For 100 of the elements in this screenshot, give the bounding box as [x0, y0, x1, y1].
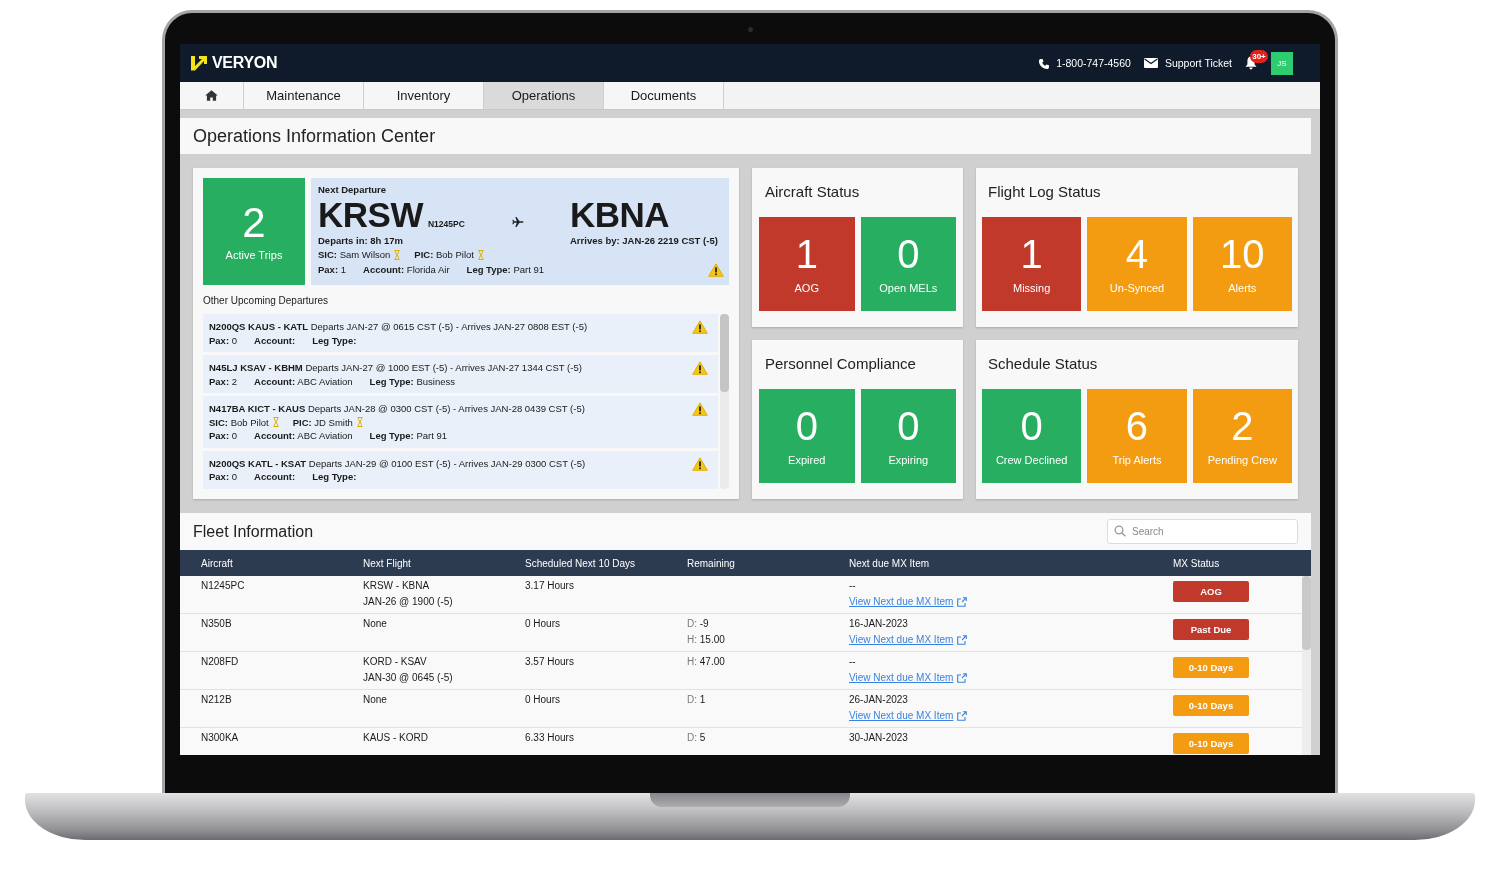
tile-count: 2	[1231, 405, 1254, 447]
section-label: Other Upcoming Departures	[203, 295, 330, 307]
mx-status-badge: 0-10 Days	[1173, 733, 1249, 754]
departure-card[interactable]: N417BA KICT - KAUS Departs JAN-28 @ 0300 CST (-5) - Arrives JAN-28 0439 CST (-5) SIC: Bob Pilot PIC: JD Smith Pax: 0 Account: ABC Aviation Leg Type: Part 91	[203, 396, 718, 448]
scheduled-hours: 6.33 Hours	[525, 731, 574, 745]
remaining-value: H: 47.00	[687, 655, 725, 669]
scrollbar-track[interactable]	[720, 314, 729, 489]
crew-field: SIC: Sam Wilson	[318, 247, 391, 262]
next-due-date: --	[849, 655, 856, 669]
hourglass-icon	[356, 417, 363, 428]
next-due-date: 26-JAN-2023	[849, 693, 908, 707]
trip-field: Leg Type:	[312, 333, 357, 347]
status-tile[interactable]: 1 AOG	[759, 217, 855, 311]
column-header[interactable]: Scheduled Next 10 Days	[525, 557, 687, 569]
crew-field: PIC: Bob Pilot	[414, 247, 474, 262]
card-title: Personnel Compliance	[764, 354, 917, 374]
page-title: Operations Information Center	[193, 125, 436, 147]
next-departure-panel[interactable]: Next Departure KRSW N1245PC Departs in: 8h 17m KBNA Arrives by: JAN-26 2219 CST (-5) SIC: Sam Wilson PIC: Bob Pilot Pax: 1 Account: Florida Air Leg Type: Part 91	[311, 178, 729, 285]
trip-field: Pax: 0	[209, 333, 237, 347]
next-due-date: 16-JAN-2023	[849, 617, 908, 631]
phone-number[interactable]: 1-800-747-4560	[1056, 57, 1131, 69]
mx-item-link[interactable]: View Next due MX Item	[849, 708, 968, 724]
mx-status-badge: Past Due	[1173, 619, 1249, 640]
tile-label: Crew Declined	[995, 453, 1068, 467]
tile-count: 0	[897, 405, 920, 447]
next-flight-route: KRSW - KBNA	[363, 579, 430, 593]
column-header[interactable]: MX Status	[1173, 557, 1311, 569]
mx-item-link[interactable]: View Next due MX Item	[849, 594, 968, 610]
tile-label: Trip Alerts	[1112, 453, 1162, 467]
column-header[interactable]: Next Flight	[363, 557, 525, 569]
mx-status-badge: 0-10 Days	[1173, 695, 1249, 716]
next-due-date: 30-JAN-2023	[849, 731, 908, 745]
scrollbar-thumb[interactable]	[720, 314, 729, 392]
airplane-icon	[512, 216, 524, 228]
next-due-date: --	[849, 579, 856, 593]
card-title: Aircraft Status	[764, 182, 861, 202]
aircraft-registration: N212B	[201, 693, 232, 707]
warning-icon	[692, 320, 708, 334]
tile-count: 1	[795, 233, 818, 275]
hourglass-icon	[394, 249, 401, 260]
support-ticket-link[interactable]: Support Ticket	[1164, 57, 1232, 69]
next-flight-time: JAN-26 @ 1900 (-5)	[363, 595, 453, 609]
mx-item-link[interactable]: View Next due MX Item	[849, 670, 968, 686]
departure-card[interactable]: N200QS KAUS - KATL Departs JAN-27 @ 0615 CST (-5) - Arrives JAN-27 0808 EST (-5) Pax: 0 Account: Leg Type:	[203, 314, 718, 352]
external-link-icon	[957, 635, 968, 645]
external-link-icon	[957, 711, 968, 721]
hourglass-icon	[478, 249, 484, 260]
next-flight-time: JAN-30 @ 0645 (-5)	[363, 671, 453, 685]
warning-icon	[692, 456, 708, 471]
trip-field: Account:	[254, 333, 296, 347]
tile-label: Expired	[788, 453, 826, 467]
aircraft-registration: N1245PC	[201, 579, 245, 593]
status-tile[interactable]: 1 Missing	[982, 217, 1082, 311]
next-flight-route: KORD - KSAV	[363, 655, 427, 669]
scrollbar-track[interactable]	[1302, 576, 1311, 755]
next-flight-route: None	[363, 693, 387, 707]
trip-field: Account:	[254, 470, 296, 484]
nav-tab[interactable]: Operations	[484, 82, 604, 109]
column-header[interactable]: Aircraft	[201, 557, 363, 569]
warning-icon	[692, 402, 708, 416]
tile-label: Expiring	[888, 453, 929, 467]
tile-label: Missing	[1013, 281, 1051, 295]
search-field[interactable]: Search	[1107, 519, 1298, 544]
logo-icon	[190, 54, 208, 72]
notification-badge: 30+	[1250, 50, 1268, 63]
external-link-icon	[957, 673, 968, 683]
remaining-value: D: 1	[687, 693, 706, 707]
departure-summary: N417BA KICT - KAUS Departs JAN-28 @ 0300 CST (-5) - Arrives JAN-28 0439 CST (-5)	[209, 402, 586, 416]
warning-icon	[692, 361, 708, 375]
aircraft-registration: N208FD	[201, 655, 239, 669]
logo-text: VERYON	[212, 54, 278, 72]
mx-item-link[interactable]: View Next due MX Item	[849, 632, 968, 648]
next-flight-route: KAUS - KORD	[363, 731, 428, 745]
webcam-icon	[747, 27, 753, 32]
trip-field: Pax: 0	[209, 429, 237, 443]
tile-count: 0	[1020, 405, 1043, 447]
home-icon	[205, 90, 218, 101]
trip-field: Leg Type: Business	[369, 374, 455, 388]
crew-field: PIC: JD Smith	[292, 415, 353, 429]
column-header[interactable]: Remaining	[687, 557, 849, 569]
tile-label: AOG	[794, 281, 819, 295]
departure-card[interactable]: N200QS KATL - KSAT Departs JAN-29 @ 0100 EST (-5) - Arrives JAN-29 0300 CST (-5) Pax: 0 Account: Leg Type:	[203, 450, 718, 489]
tile-count: 4	[1125, 233, 1149, 275]
warning-icon	[708, 263, 724, 277]
tile-count: 0	[897, 233, 920, 275]
external-link-icon	[957, 597, 968, 607]
tile-count: 2	[242, 201, 266, 245]
next-flight-route: None	[363, 617, 387, 631]
departure-card[interactable]: N45LJ KSAV - KBHM Departs JAN-27 @ 1000 EST (-5) - Arrives JAN-27 1344 CST (-5) Pax: 2 Account: ABC Aviation Leg Type: Business	[203, 355, 718, 393]
hourglass-icon	[272, 417, 279, 428]
tile-label: Active Trips	[225, 249, 283, 262]
tile-label: Alerts	[1228, 281, 1257, 295]
scheduled-hours: 3.17 Hours	[525, 579, 574, 593]
trip-field: Leg Type: Part 91	[466, 262, 545, 278]
remaining-value: D: -9	[687, 617, 709, 631]
column-header[interactable]: Next due MX Item	[849, 557, 1173, 569]
departure-summary: N45LJ KSAV - KBHM Departs JAN-27 @ 1000 EST (-5) - Arrives JAN-27 1344 CST (-5)	[209, 361, 583, 375]
scrollbar-thumb[interactable]	[1302, 576, 1311, 650]
trip-field: Pax: 0	[209, 470, 237, 484]
tail-number: N1245PC	[427, 219, 465, 229]
